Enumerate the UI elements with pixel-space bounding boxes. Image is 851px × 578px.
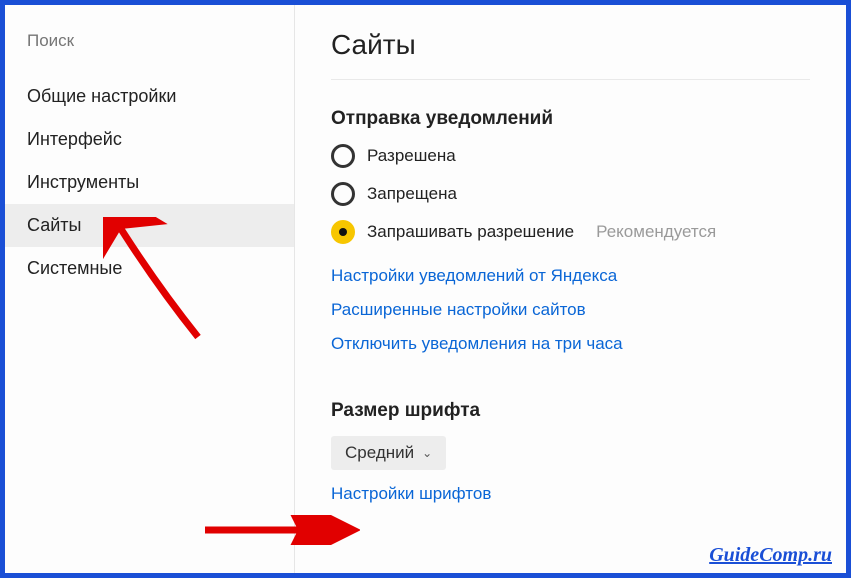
link-disable-3h[interactable]: Отключить уведомления на три часа xyxy=(331,334,810,354)
radio-label: Разрешена xyxy=(367,146,456,166)
sidebar-item-label: Интерфейс xyxy=(27,129,122,149)
radio-label: Запрещена xyxy=(367,184,457,204)
notification-links: Настройки уведомлений от Яндекса Расшире… xyxy=(331,266,810,354)
link-advanced-site-settings[interactable]: Расширенные настройки сайтов xyxy=(331,300,810,320)
chevron-down-icon: ⌄ xyxy=(422,446,432,460)
sidebar-item-system[interactable]: Системные xyxy=(5,247,294,290)
radio-icon-selected xyxy=(331,220,355,244)
sidebar-item-interface[interactable]: Интерфейс xyxy=(5,118,294,161)
recommended-hint: Рекомендуется xyxy=(596,222,716,242)
font-size-heading: Размер шрифта xyxy=(331,400,810,422)
radio-denied[interactable]: Запрещена xyxy=(331,182,810,206)
sidebar-item-sites[interactable]: Сайты xyxy=(5,204,294,247)
radio-label: Запрашивать разрешение xyxy=(367,222,574,242)
sidebar-item-tools[interactable]: Инструменты xyxy=(5,161,294,204)
radio-icon xyxy=(331,144,355,168)
sidebar-item-label: Сайты xyxy=(27,215,81,235)
page-title: Сайты xyxy=(331,29,810,79)
radio-dot-icon xyxy=(339,228,347,236)
font-size-dropdown[interactable]: Средний ⌄ xyxy=(331,436,446,470)
main-content: Сайты Отправка уведомлений Разрешена Зап… xyxy=(295,5,846,573)
divider xyxy=(331,79,810,80)
link-font-settings[interactable]: Настройки шрифтов xyxy=(331,484,491,503)
watermark: GuideComp.ru xyxy=(709,544,832,567)
notifications-heading: Отправка уведомлений xyxy=(331,108,810,130)
link-yandex-notifications[interactable]: Настройки уведомлений от Яндекса xyxy=(331,266,810,286)
sidebar-item-label: Системные xyxy=(27,258,122,278)
sidebar-item-general[interactable]: Общие настройки xyxy=(5,75,294,118)
search-box xyxy=(25,25,274,57)
sidebar: Общие настройки Интерфейс Инструменты Са… xyxy=(5,5,295,573)
radio-ask[interactable]: Запрашивать разрешение Рекомендуется xyxy=(331,220,810,244)
radio-allowed[interactable]: Разрешена xyxy=(331,144,810,168)
sidebar-item-label: Инструменты xyxy=(27,172,139,192)
radio-icon xyxy=(331,182,355,206)
settings-window: Общие настройки Интерфейс Инструменты Са… xyxy=(0,0,851,578)
sidebar-item-label: Общие настройки xyxy=(27,86,176,106)
dropdown-value: Средний xyxy=(345,443,414,463)
search-input[interactable] xyxy=(25,25,274,57)
